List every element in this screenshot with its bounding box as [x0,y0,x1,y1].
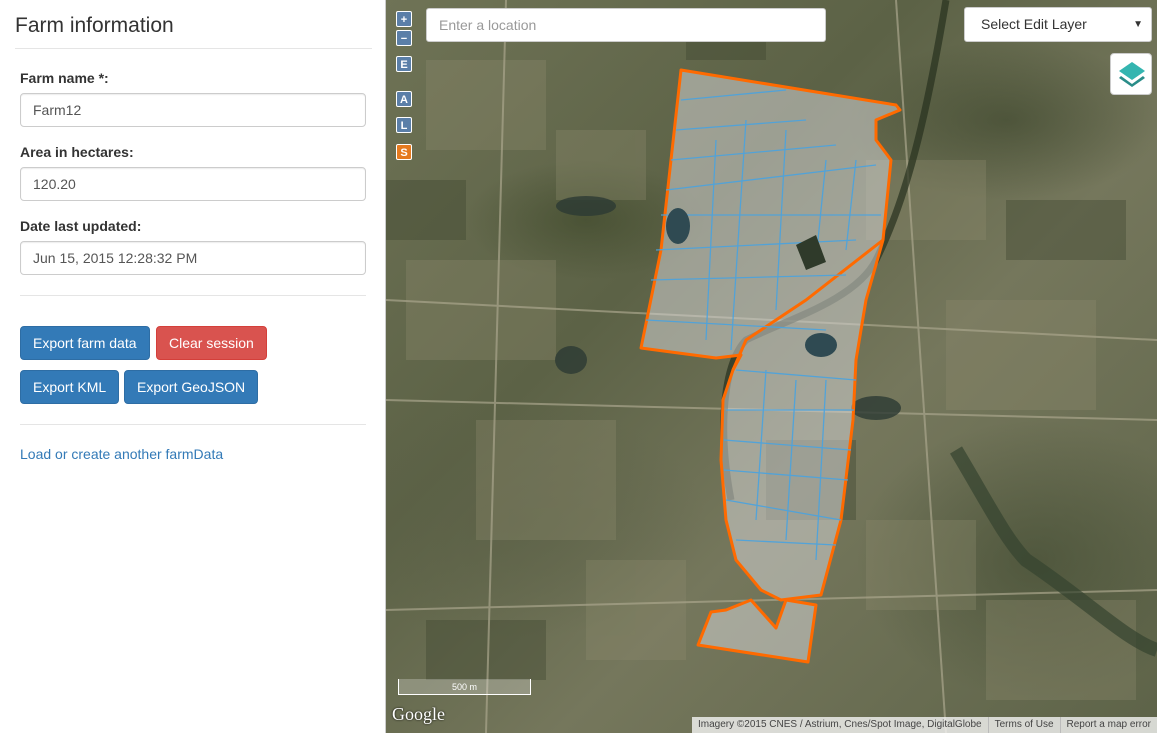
edit-layer-select[interactable]: Select Edit Layer ▼ [964,7,1152,42]
area-input[interactable] [20,167,366,201]
imagery-credit: Imagery ©2015 CNES / Astrium, Cnes/Spot … [698,719,982,730]
layers-icon [1119,62,1145,87]
zoom-out-button[interactable]: − [396,30,412,46]
panel-title: Farm information [15,14,372,49]
export-geojson-button[interactable]: Export GeoJSON [124,370,259,404]
divider [20,295,366,296]
report-map-error-link[interactable]: Report a map error [1059,717,1157,733]
scale-bar: 500 m [398,679,531,695]
date-input[interactable] [20,241,366,275]
layers-button[interactable] [1110,53,1152,95]
l-control-button[interactable]: L [396,117,412,133]
zoom-in-button[interactable]: + [396,11,412,27]
map-view[interactable]: + − E A L S Select Edit Layer ▼ 500 m Go… [386,0,1157,733]
export-kml-button[interactable]: Export KML [20,370,120,404]
chevron-down-icon: ▼ [1133,19,1143,30]
export-farm-data-button[interactable]: Export farm data [20,326,150,360]
farm-info-panel: Farm information Farm name *: Area in he… [0,0,386,733]
farm-name-label: Farm name *: [20,70,109,86]
farm-name-input[interactable] [20,93,366,127]
satellite-imagery [386,0,1157,733]
clear-session-button[interactable]: Clear session [156,326,267,360]
s-control-button[interactable]: S [396,144,412,160]
terms-of-use-link[interactable]: Terms of Use [987,717,1060,733]
location-search-input[interactable] [426,8,826,42]
edit-layer-select-label: Select Edit Layer [981,16,1087,32]
area-label: Area in hectares: [20,144,134,160]
date-label: Date last updated: [20,218,142,234]
a-control-button[interactable]: A [396,91,412,107]
edit-mode-button[interactable]: E [396,56,412,72]
map-attribution: Imagery ©2015 CNES / Astrium, Cnes/Spot … [692,717,1157,733]
google-logo: Google [392,704,445,724]
divider [20,424,366,425]
load-farm-data-link[interactable]: Load or create another farmData [20,446,223,462]
